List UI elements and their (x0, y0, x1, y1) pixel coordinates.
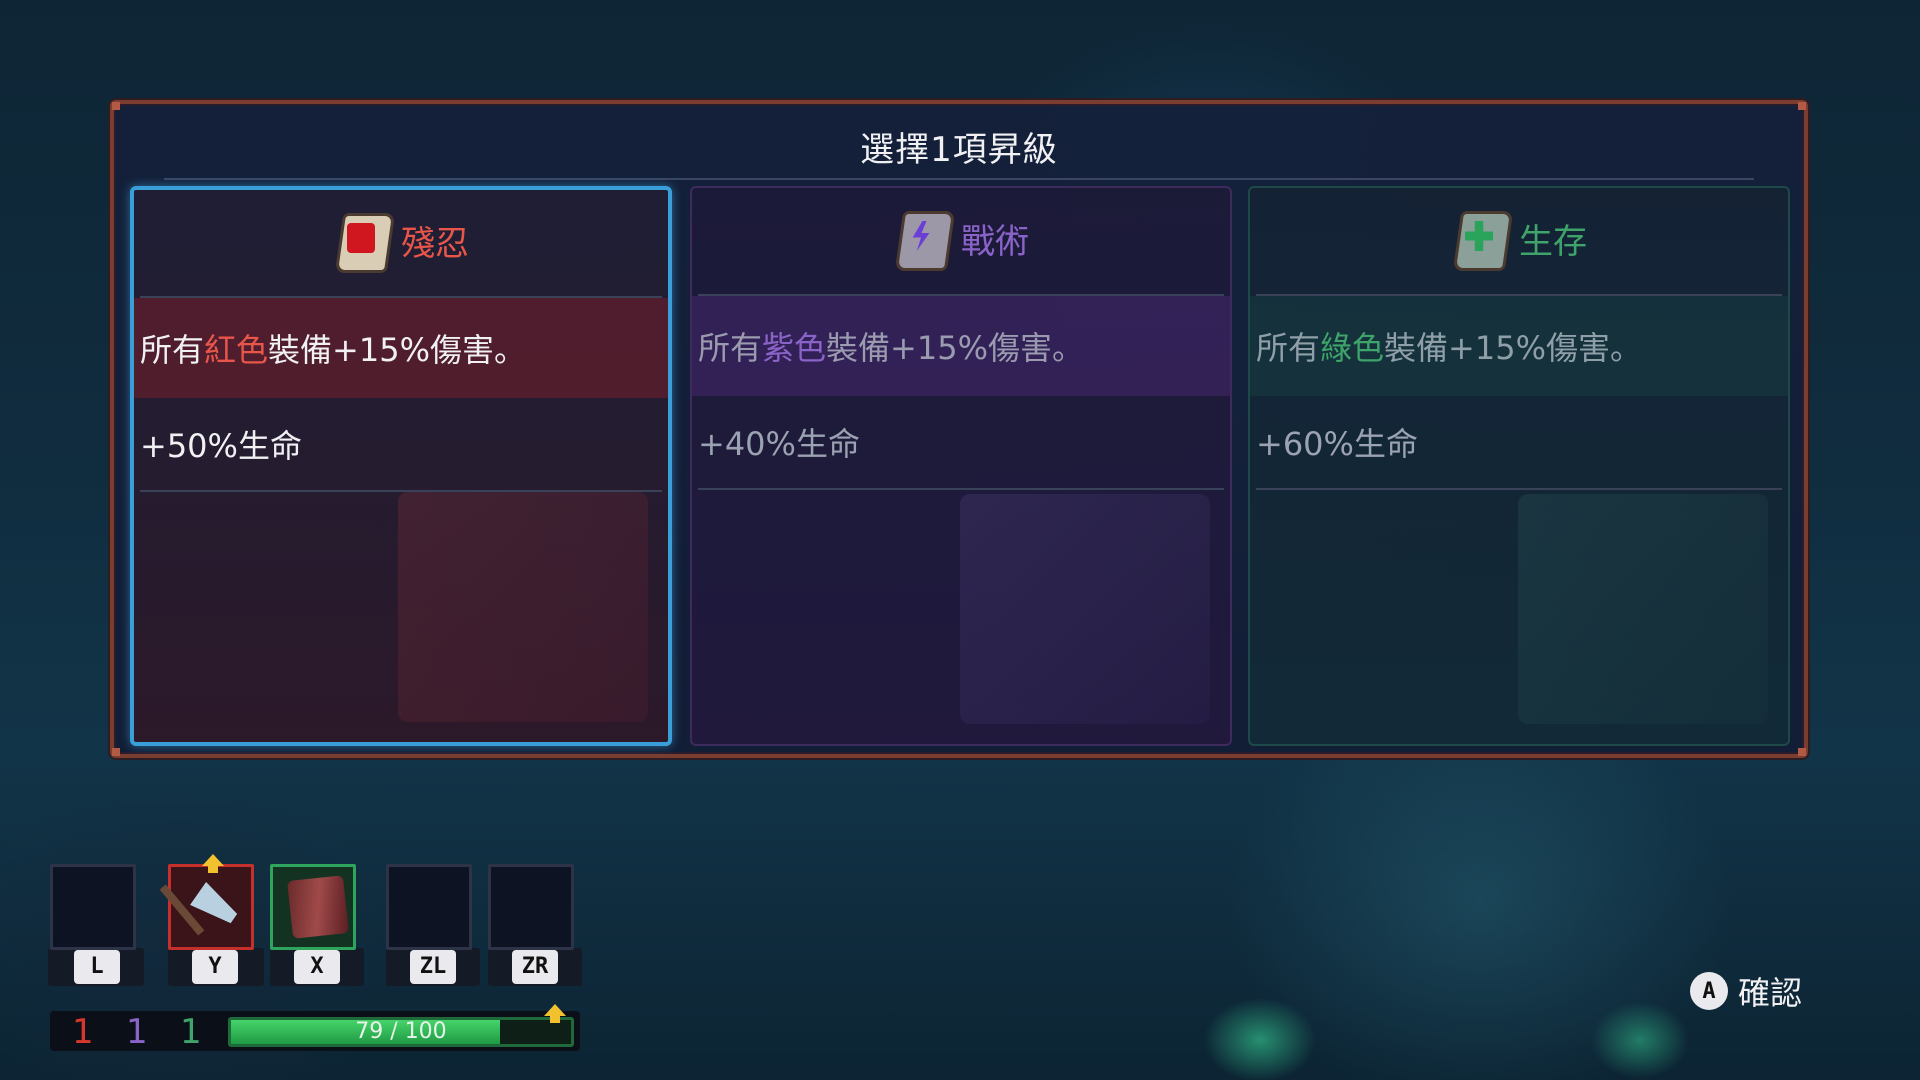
a-button-icon: A (1690, 972, 1728, 1010)
equipment-slot-zr[interactable] (488, 864, 574, 950)
tactics-count: 1 (126, 1012, 148, 1052)
divider (1256, 488, 1782, 490)
card-title: 生存 (1519, 221, 1587, 262)
dialog-corner (1798, 102, 1806, 110)
upgrade-options: 殘忍 所有 紅色 裝備+15%傷害。 +50%生命 戰術 所有 紫色 裝備+15%傷害。… (130, 186, 1792, 752)
upgrade-dialog: 選擇1項昇級 殘忍 所有 紅色 裝備+15%傷害。 +50%生命 戰術 所有 紫… (110, 100, 1808, 758)
title-divider (164, 178, 1754, 180)
card-title: 殘忍 (401, 223, 469, 264)
life-bonus: +60%生命 (1256, 425, 1418, 463)
brutality-count: 1 (72, 1012, 94, 1052)
divider (698, 488, 1224, 490)
card-header: 殘忍 (134, 200, 668, 280)
dialog-title: 選擇1項昇級 (860, 130, 1058, 170)
tactics-scroll-icon (893, 205, 956, 271)
brutality-scroll-icon (333, 207, 396, 273)
key-badge-x: X (294, 950, 340, 984)
effect-color-word: 紫色 (762, 329, 827, 367)
damage-effect: 所有 綠色 裝備+15%傷害。 (1250, 296, 1788, 396)
confirm-prompt[interactable]: A 確認 (1690, 968, 1802, 1014)
effect-color-word: 綠色 (1320, 329, 1385, 367)
key-badge-l: L (74, 950, 120, 984)
key-badge-y: Y (192, 950, 238, 984)
key-badge-zr: ZR (512, 950, 558, 984)
divider (140, 490, 662, 492)
survival-watermark-icon (1518, 494, 1768, 724)
level-up-arrow-icon (544, 1004, 566, 1023)
tactics-watermark-icon (960, 494, 1210, 724)
card-header: 生存 (1250, 198, 1788, 278)
dialog-corner (1798, 748, 1806, 756)
dialog-corner (112, 102, 120, 110)
life-bonus: +40%生命 (698, 425, 860, 463)
survival-count: 1 (180, 1012, 202, 1052)
confirm-label: 確認 (1738, 974, 1803, 1012)
effect-color-word: 紅色 (204, 331, 269, 369)
damage-effect: 所有 紫色 裝備+15%傷害。 (692, 296, 1230, 396)
upgrade-card-brutality[interactable]: 殘忍 所有 紅色 裝備+15%傷害。 +50%生命 (130, 186, 672, 746)
effect-prefix: 所有 (140, 331, 205, 369)
effect-prefix: 所有 (698, 329, 763, 367)
card-header: 戰術 (692, 198, 1230, 278)
life-bonus: +50%生命 (140, 427, 302, 465)
damage-effect: 所有 紅色 裝備+15%傷害。 (134, 298, 668, 398)
card-title: 戰術 (961, 221, 1029, 262)
dialog-corner (112, 748, 120, 756)
effect-suffix: 裝備+15%傷害。 (268, 331, 526, 369)
upgrade-arrow-icon (202, 854, 224, 873)
xp-bar: 79 / 100 (228, 1017, 574, 1047)
key-badge-zl: ZL (410, 950, 456, 984)
upgrade-card-tactics[interactable]: 戰術 所有 紫色 裝備+15%傷害。 +40%生命 (690, 186, 1232, 746)
effect-suffix: 裝備+15%傷害。 (1384, 329, 1642, 367)
equipment-slot-zl[interactable] (386, 864, 472, 950)
equipment-slot-l[interactable] (50, 864, 136, 950)
brutality-watermark-icon (398, 492, 648, 722)
survival-scroll-icon (1451, 205, 1514, 271)
upgrade-card-survival[interactable]: 生存 所有 綠色 裝備+15%傷害。 +60%生命 (1248, 186, 1790, 746)
crate-shield-icon (287, 875, 349, 939)
effect-suffix: 裝備+15%傷害。 (826, 329, 1084, 367)
xp-text: 79 / 100 (355, 1019, 447, 1044)
effect-prefix: 所有 (1256, 329, 1321, 367)
